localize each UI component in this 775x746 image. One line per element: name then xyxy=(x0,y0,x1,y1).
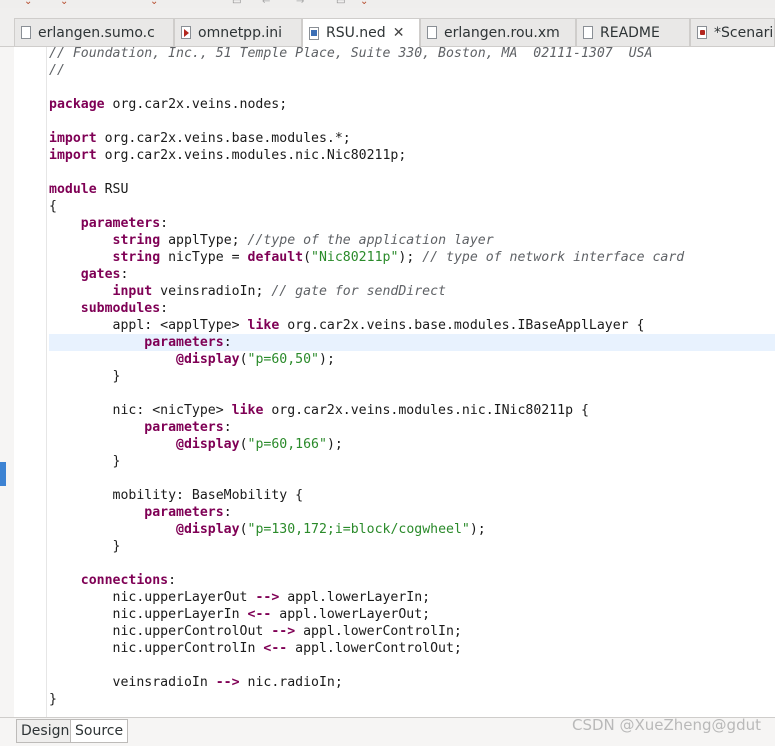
tab-scenario[interactable]: *Scenario xyxy=(690,18,775,46)
code-line[interactable]: parameters: xyxy=(49,215,775,232)
code-line[interactable]: nic.upperControlIn <-- appl.lowerControl… xyxy=(49,640,775,657)
left-panel-marker[interactable] xyxy=(0,462,6,486)
code-line[interactable]: } xyxy=(49,453,775,470)
tab-label: *Scenario xyxy=(714,24,774,41)
code-area[interactable]: // Foundation, Inc., 51 Temple Place, Su… xyxy=(49,47,775,708)
left-panel-edge xyxy=(0,47,15,717)
code-line[interactable]: string nicType = default("Nic80211p"); /… xyxy=(49,249,775,266)
toolbar-strip: ⌄ ⌄ ⌄ ▭ ← → ▭ ⌄ xyxy=(0,0,775,8)
tab-erlangen-sumo[interactable]: erlangen.sumo.c xyxy=(14,18,174,46)
code-line[interactable]: nic.upperLayerIn <-- appl.lowerLayerOut; xyxy=(49,606,775,623)
toolbar-icon[interactable]: ▭ xyxy=(232,0,241,7)
toolbar-icon[interactable]: ⌄ xyxy=(150,0,158,7)
tab-rsu-ned[interactable]: RSU.ned ✕ xyxy=(302,18,420,47)
xml-file-icon xyxy=(427,26,437,39)
code-line[interactable]: input veinsradioIn; // gate for sendDire… xyxy=(49,283,775,300)
line-ruler xyxy=(14,47,47,717)
code-line[interactable]: @display("p=130,172;i=block/cogwheel"); xyxy=(49,521,775,538)
code-line[interactable]: { xyxy=(49,198,775,215)
code-line[interactable]: import org.car2x.veins.modules.nic.Nic80… xyxy=(49,147,775,164)
code-line[interactable] xyxy=(49,470,775,487)
ned-file-icon xyxy=(309,26,319,40)
tab-design[interactable]: Design xyxy=(16,719,75,743)
code-line[interactable]: module RSU xyxy=(49,181,775,198)
code-line[interactable] xyxy=(49,555,775,572)
tab-omnetpp-ini[interactable]: omnetpp.ini xyxy=(174,18,302,46)
ini-file-icon xyxy=(181,26,191,39)
code-line[interactable]: veinsradioIn --> nic.radioIn; xyxy=(49,674,775,691)
tab-label: RSU.ned xyxy=(326,25,386,41)
tab-readme[interactable]: README xyxy=(576,18,690,46)
code-line[interactable] xyxy=(49,657,775,674)
tab-source[interactable]: Source xyxy=(70,719,129,743)
toolbar-icon[interactable]: ⌄ xyxy=(360,0,368,7)
toolbar-icon[interactable]: ⌄ xyxy=(24,0,32,7)
code-line[interactable] xyxy=(49,164,775,181)
code-line[interactable]: parameters: xyxy=(49,504,775,521)
code-line[interactable]: @display("p=60,166"); xyxy=(49,436,775,453)
code-line[interactable] xyxy=(49,385,775,402)
code-line[interactable]: parameters: xyxy=(49,334,775,351)
code-line[interactable] xyxy=(49,113,775,130)
toolbar-icon[interactable]: ⌄ xyxy=(60,0,68,7)
code-line[interactable]: submodules: xyxy=(49,300,775,317)
toolbar-icon[interactable]: ▭ xyxy=(336,0,345,7)
code-editor[interactable]: // Foundation, Inc., 51 Temple Place, Su… xyxy=(14,47,775,717)
code-line[interactable]: nic.upperControlOut --> appl.lowerContro… xyxy=(49,623,775,640)
code-line[interactable]: package org.car2x.veins.nodes; xyxy=(49,96,775,113)
back-icon[interactable]: ← xyxy=(262,0,270,7)
code-line[interactable]: @display("p=60,50"); xyxy=(49,351,775,368)
code-line[interactable]: // xyxy=(49,62,775,79)
code-line[interactable]: connections: xyxy=(49,572,775,589)
close-icon[interactable]: ✕ xyxy=(393,25,405,41)
code-line[interactable]: string applType; //type of the applicati… xyxy=(49,232,775,249)
tab-label: README xyxy=(600,24,660,41)
code-line[interactable]: // Foundation, Inc., 51 Temple Place, Su… xyxy=(49,47,775,62)
code-line[interactable]: gates: xyxy=(49,266,775,283)
code-line[interactable]: } xyxy=(49,538,775,555)
code-line[interactable]: mobility: BaseMobility { xyxy=(49,487,775,504)
code-line[interactable]: } xyxy=(49,368,775,385)
code-line[interactable]: nic: <nicType> like org.car2x.veins.modu… xyxy=(49,402,775,419)
forward-icon[interactable]: → xyxy=(296,0,304,7)
tab-label: omnetpp.ini xyxy=(198,24,283,41)
tab-label: erlangen.sumo.c xyxy=(38,24,155,41)
code-line[interactable] xyxy=(49,79,775,96)
code-line[interactable]: import org.car2x.veins.base.modules.*; xyxy=(49,130,775,147)
editor-tab-bar: erlangen.sumo.c omnetpp.ini RSU.ned ✕ er… xyxy=(0,8,775,47)
text-file-icon xyxy=(583,26,593,39)
code-line[interactable]: nic.upperLayerOut --> appl.lowerLayerIn; xyxy=(49,589,775,606)
code-line[interactable]: appl: <applType> like org.car2x.veins.ba… xyxy=(49,317,775,334)
xml-file-icon xyxy=(21,26,31,39)
tab-label: erlangen.rou.xm xyxy=(444,24,560,41)
code-line[interactable]: } xyxy=(49,691,775,708)
code-line[interactable]: parameters: xyxy=(49,419,775,436)
ned-file-icon xyxy=(697,26,707,39)
watermark: CSDN @XueZheng@gdut xyxy=(571,716,761,734)
tab-erlangen-rou[interactable]: erlangen.rou.xm xyxy=(420,18,576,46)
